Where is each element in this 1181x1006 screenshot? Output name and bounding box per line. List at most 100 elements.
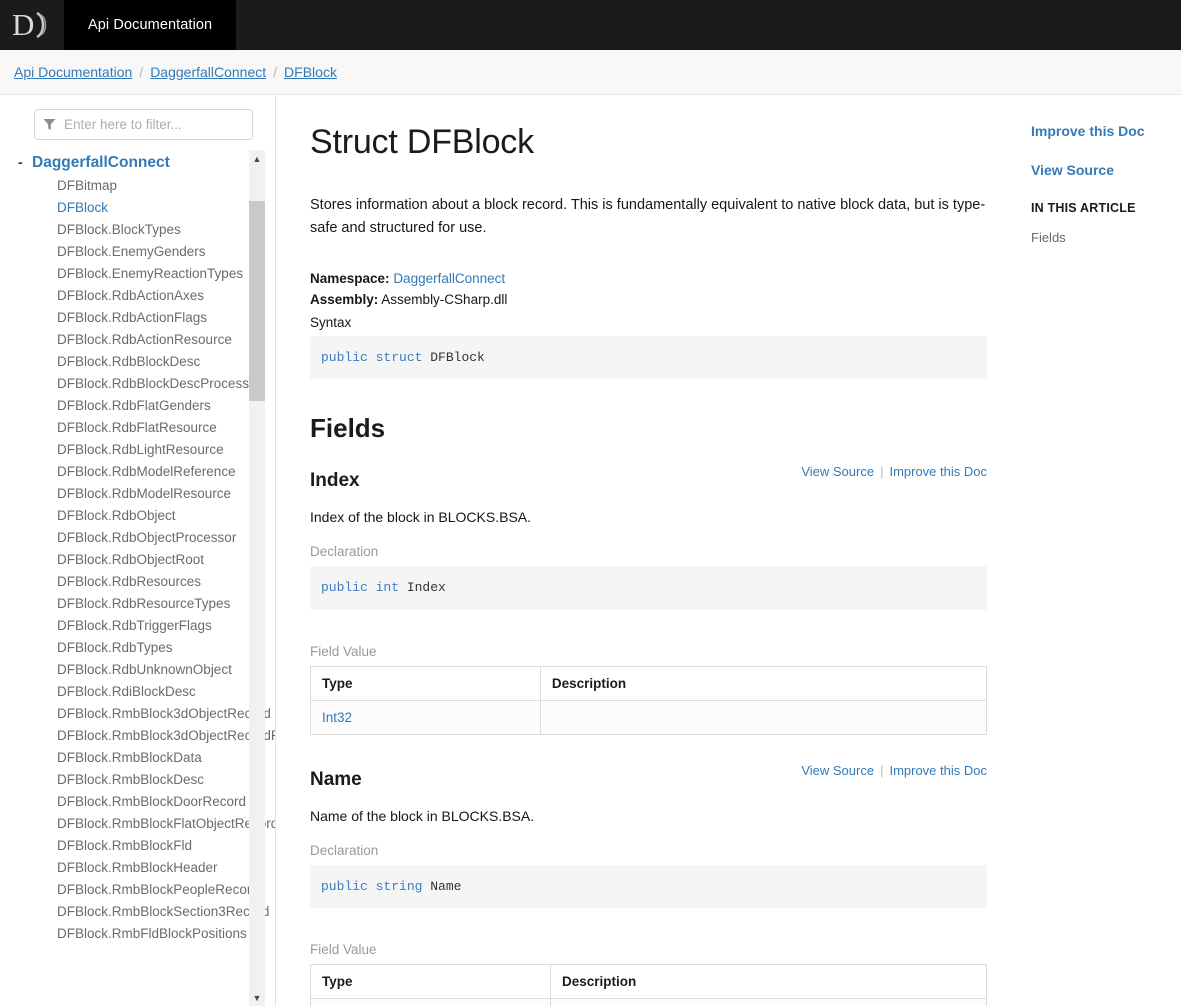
breadcrumb-item-dfblock[interactable]: DFBlock	[284, 64, 337, 80]
sidebar-item[interactable]: DFBlock.RdbTypes	[18, 637, 233, 659]
improve-this-doc-link[interactable]: Improve this Doc	[1031, 123, 1171, 139]
view-source-link[interactable]: View Source	[1031, 162, 1171, 178]
field-view-source-link[interactable]: View Source	[801, 763, 874, 778]
tree-toggle-icon[interactable]: -	[18, 154, 32, 170]
syntax-code-block: public struct DFBlock	[310, 335, 987, 380]
sidebar-item[interactable]: DFBlock.RmbBlockData	[18, 747, 233, 769]
column-header-description: Description	[549, 964, 988, 1000]
sidebar-item[interactable]: DFBlock.EnemyReactionTypes	[18, 263, 243, 285]
sidebar-item[interactable]: DFBlock.RdbResources	[18, 571, 233, 593]
namespace-link[interactable]: DaggerfallConnect	[393, 271, 505, 286]
sidebar-item[interactable]: DFBlock.RmbFldBlockPositions	[18, 923, 247, 945]
type-link[interactable]: Int32	[322, 710, 352, 725]
sidebar-tree: - DaggerfallConnect DFBitmap DFBlock DFBlo…	[0, 152, 275, 1006]
field-value-table: Type Description Int32	[310, 665, 988, 735]
sidebar-item[interactable]: DFBlock.RdbActionFlags	[18, 307, 233, 329]
table-row: String	[310, 998, 988, 1006]
sidebar-filter-container	[0, 95, 275, 146]
sidebar-scroll-up-button[interactable]: ▲	[249, 150, 265, 167]
sidebar-item[interactable]: DFBlock.EnemyGenders	[18, 241, 233, 263]
syntax-label: Syntax	[310, 314, 352, 330]
main-content: Struct DFBlock Stores information about …	[276, 95, 1181, 1006]
breadcrumb-item-api-documentation[interactable]: Api Documentation	[14, 64, 132, 80]
sidebar-item[interactable]: DFBlock.RdbBlockDescProcessor	[18, 373, 261, 395]
sidebar-item[interactable]: DFBlock.RdbFlatGenders	[18, 395, 233, 417]
sidebar-tree-root-label: DaggerfallConnect	[32, 154, 170, 171]
sidebar-item[interactable]: DFBlock.RdbTriggerFlags	[18, 615, 233, 637]
sidebar-item[interactable]: DFBlock.RmbBlockDesc	[18, 769, 233, 791]
sidebar-item[interactable]: DFBlock.RdbActionResource	[18, 329, 233, 351]
field-description: Name of the block in BLOCKS.BSA.	[310, 807, 535, 824]
article: Struct DFBlock Stores information about …	[276, 95, 1021, 1006]
sidebar-item[interactable]: DFBlock.RmbBlock3dObjectRecordProcessor	[18, 725, 275, 747]
table-row: Int32	[310, 699, 988, 735]
breadcrumb-separator: /	[139, 64, 144, 80]
in-this-article-item-fields[interactable]: Fields	[1031, 230, 1066, 245]
sidebar-item[interactable]: DFBlock.RdbObject	[18, 505, 233, 527]
column-header-type: Type	[310, 964, 551, 1000]
sidebar-item[interactable]: DFBlock.RmbBlockDoorRecord	[18, 791, 246, 813]
syntax-type-name: DFBlock	[430, 349, 485, 365]
sidebar-item[interactable]: DFBlock.RdbFlatResource	[18, 417, 233, 439]
cell-type: Int32	[310, 699, 541, 735]
field-improve-doc-link[interactable]: Improve this Doc	[889, 763, 987, 778]
field-section: View Source | Improve this Doc Name Name of …	[310, 763, 988, 1006]
nav-tab-api-documentation[interactable]: Api Documentation	[64, 0, 237, 50]
docfx-d-logo-icon: D	[12, 8, 52, 42]
sidebar-item[interactable]: DFBlock.RmbBlock3dObjectRecord	[18, 703, 271, 725]
sidebar-item[interactable]: DFBlock.RdbObjectProcessor	[18, 527, 236, 549]
sidebar-item[interactable]: DFBlock.RmbBlockFld	[18, 835, 233, 857]
link-separator: |	[880, 762, 884, 778]
affix-sidebar: Improve this Doc View Source IN THIS ART…	[1021, 95, 1181, 1006]
declaration-name: Index	[406, 580, 446, 596]
table-header-row: Type Description	[310, 964, 988, 1000]
sidebar-item[interactable]: DFBlock.RmbBlockHeader	[18, 857, 233, 879]
sidebar-item[interactable]: DFBlock.BlockTypes	[18, 219, 233, 241]
brand-logo-link[interactable]: D	[0, 0, 64, 50]
field-declaration-code: public int Index	[310, 566, 987, 610]
sidebar-item[interactable]: DFBlock.RmbBlockSection3Record	[18, 901, 269, 923]
declaration-keywords: public string	[321, 878, 423, 894]
sidebar-tree-items: DFBitmap DFBlock DFBlock.BlockTypes DFBlock…	[18, 175, 275, 945]
sidebar-item[interactable]: DFBlock.RdbModelResource	[18, 483, 233, 505]
declaration-name: Name	[430, 878, 462, 894]
cell-description	[539, 699, 988, 735]
field-value-label: Field Value	[310, 942, 377, 958]
declaration-label: Declaration	[310, 842, 379, 858]
field-value-table: TypeDescriptionString	[310, 964, 988, 1006]
svg-text:D: D	[12, 8, 34, 42]
sidebar-item[interactable]: DFBlock.RdbUnknownObject	[18, 659, 233, 681]
sidebar-item[interactable]: DFBlock.RmbBlockFlatObjectRecord	[18, 813, 275, 835]
sidebar-item[interactable]: DFBlock.RdbObjectRoot	[18, 549, 233, 571]
column-header-description: Description	[539, 665, 988, 701]
field-view-source-link[interactable]: View Source	[801, 464, 874, 479]
sidebar-item[interactable]: DFBitmap	[18, 175, 233, 197]
field-improve-doc-link[interactable]: Improve this Doc	[889, 464, 987, 479]
sidebar-filter-input[interactable]	[64, 117, 244, 132]
sidebar-filter-box[interactable]	[34, 109, 253, 140]
sidebar-item[interactable]: DFBlock.RdbActionAxes	[18, 285, 233, 307]
sidebar-item[interactable]: DFBlock.RdbModelReference	[18, 461, 236, 483]
cell-type: String	[310, 998, 551, 1006]
sidebar-item[interactable]: DFBlock.RdbResourceTypes	[18, 593, 233, 615]
article-summary: Stores information about a block record.…	[310, 197, 986, 237]
assembly-value: Assembly-CSharp.dll	[381, 291, 508, 307]
sidebar-item[interactable]: DFBlock.RdbLightResource	[18, 439, 233, 461]
field-value-label: Field Value	[310, 643, 377, 659]
breadcrumb-item-daggerfallconnect[interactable]: DaggerfallConnect	[150, 64, 266, 80]
cell-description	[549, 998, 988, 1006]
declaration-label: Declaration	[310, 544, 379, 560]
sidebar-item[interactable]: DFBlock.RmbBlockPeopleRecord	[18, 879, 259, 901]
nav-tab-label: Api Documentation	[88, 17, 213, 33]
sidebar: - DaggerfallConnect DFBitmapDFBlockDFBlo…	[0, 95, 276, 1006]
sidebar-scrollbar-thumb[interactable]	[249, 201, 265, 401]
sidebar-item[interactable]: DFBlock.RdbBlockDesc	[18, 351, 233, 373]
sidebar-scroll-down-button[interactable]: ▼	[249, 989, 265, 1006]
sidebar-tree-root-daggerfallconnect[interactable]: - DaggerfallConnect	[18, 152, 275, 175]
assembly-line: Assembly: Assembly-CSharp.dll	[310, 292, 987, 307]
sidebar-item[interactable]: DFBlock	[18, 197, 233, 219]
sidebar-item[interactable]: DFBlock.RdiBlockDesc	[18, 681, 233, 703]
field-action-links: View Source | Improve this Doc	[801, 464, 987, 479]
page-title: Struct DFBlock	[310, 123, 534, 161]
page-body: - DaggerfallConnect DFBitmapDFBlockDFBlo…	[0, 95, 1181, 1006]
